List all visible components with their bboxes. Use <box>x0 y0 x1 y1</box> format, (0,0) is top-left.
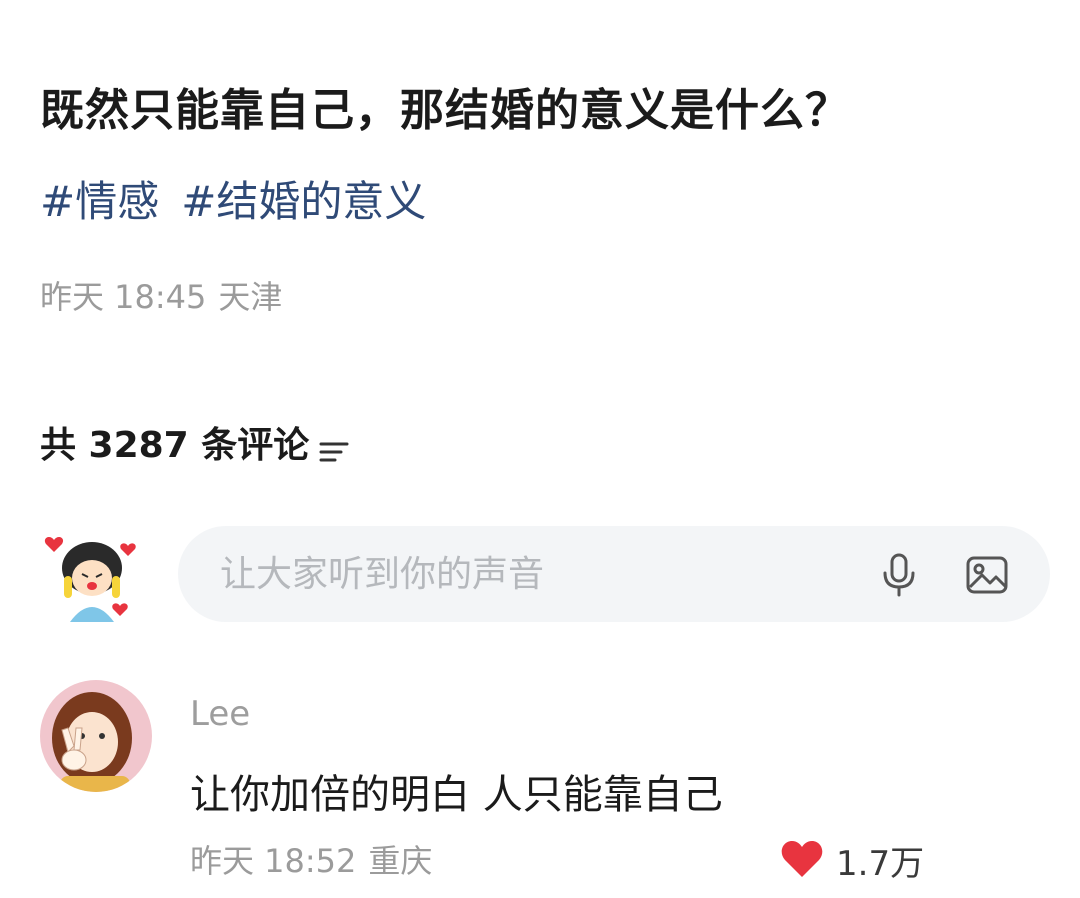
sort-icon[interactable] <box>319 433 349 462</box>
comment-location: 重庆 <box>368 842 433 880</box>
comment-meta: 昨天 18:52 重庆 <box>190 836 432 882</box>
microphone-icon <box>879 551 919 603</box>
avatar[interactable] <box>40 680 152 792</box>
post-location: 天津 <box>218 278 283 316</box>
image-button[interactable] <box>958 548 1016 606</box>
comment-author[interactable]: Lee <box>190 694 250 734</box>
comment-time: 昨天 18:52 <box>190 842 357 880</box>
comment-composer <box>0 520 1080 630</box>
comment-item: Lee 让你加倍的明白 人只能靠自己 昨天 18:52 重庆 1.7万 <box>0 676 1080 886</box>
avatar[interactable] <box>40 522 144 626</box>
comment-text: 让你加倍的明白 人只能靠自己 <box>190 772 723 818</box>
post-tags: #情感 #结婚的意义 <box>40 168 426 229</box>
heart-icon <box>780 839 824 883</box>
comment-count-header: 共 3287 条评论 <box>40 416 349 468</box>
comment-count: 共 3287 条评论 <box>40 425 310 466</box>
tag-meaning-of-marriage[interactable]: #结婚的意义 <box>181 168 426 229</box>
like-button[interactable]: 1.7万 <box>780 836 924 885</box>
tag-emotion[interactable]: #情感 <box>40 168 159 229</box>
microphone-button[interactable] <box>870 548 928 606</box>
post-time: 昨天 18:45 <box>40 278 207 316</box>
post-title: 既然只能靠自己，那结婚的意义是什么？ <box>40 85 850 136</box>
post-meta: 昨天 18:45 天津 <box>40 272 282 318</box>
image-icon <box>965 553 1009 601</box>
like-count: 1.7万 <box>836 844 925 884</box>
